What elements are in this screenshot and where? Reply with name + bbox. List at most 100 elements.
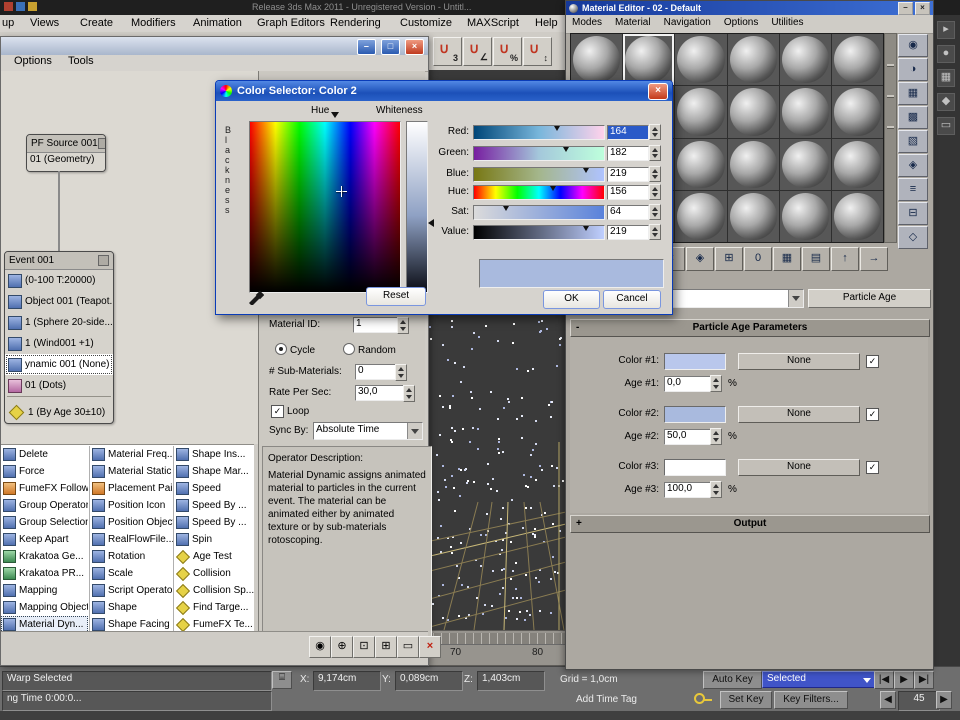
operator-row[interactable]: Object 001 (Teapot... <box>5 291 113 312</box>
spinner[interactable] <box>710 428 722 445</box>
chevron-down-icon[interactable] <box>788 290 803 307</box>
make-preview-icon[interactable]: ◈ <box>898 154 928 177</box>
spinner[interactable] <box>649 184 661 200</box>
depot-item[interactable]: Position Icon <box>90 497 173 514</box>
sphere-icon[interactable]: ● <box>937 45 955 63</box>
material-sample-slot[interactable] <box>831 190 883 242</box>
sync-by-dropdown[interactable]: Absolute Time <box>313 422 423 440</box>
depot-item[interactable]: Shape Ins... <box>174 446 255 463</box>
menu-rendering[interactable]: Rendering <box>330 17 381 29</box>
event-node[interactable]: Event 001 (0-100 T:20000) Object 001 (Te… <box>4 251 114 424</box>
bar-icon[interactable]: ▭ <box>937 117 955 135</box>
particle-view-titlebar[interactable]: – □ × <box>1 37 428 55</box>
material-sample-slot[interactable] <box>675 86 727 138</box>
spinner[interactable] <box>649 224 661 240</box>
slider-marker-icon[interactable] <box>503 206 509 211</box>
menu-maxscript[interactable]: MAXScript <box>467 17 519 29</box>
color1-map-button[interactable]: None <box>738 353 860 370</box>
set-key-icon[interactable] <box>694 693 712 709</box>
spinner[interactable] <box>649 145 661 161</box>
material-sample-slot[interactable] <box>727 190 779 242</box>
depot-item[interactable]: RealFlowFile... <box>90 531 173 548</box>
menu-group[interactable]: up <box>2 17 14 29</box>
material-sample-slot[interactable] <box>727 34 779 86</box>
menu-utilities[interactable]: Utilities <box>771 17 803 33</box>
slider-marker-icon[interactable] <box>583 226 589 231</box>
color3-map-button[interactable]: None <box>738 459 860 476</box>
menu-animation[interactable]: Animation <box>193 17 242 29</box>
grid-icon[interactable]: ▦ <box>937 69 955 87</box>
material-sample-slot[interactable] <box>779 34 831 86</box>
cycle-radio[interactable]: Cycle <box>275 343 315 356</box>
selection-set-dropdown[interactable]: Selected <box>762 671 876 688</box>
menu-modes[interactable]: Modes <box>572 17 602 33</box>
depot-item[interactable]: Speed By ... <box>174 497 255 514</box>
spinner[interactable] <box>649 124 661 140</box>
operator-row[interactable]: 1 (Sphere 20-side... <box>5 312 113 333</box>
previous-frame-icon[interactable]: ◀ <box>880 691 896 709</box>
depot-item[interactable]: Krakatoa Ge... <box>1 548 88 565</box>
menu-options[interactable]: Options <box>14 55 52 67</box>
show-map-in-viewport-icon[interactable]: ▦ <box>773 247 801 271</box>
spinner[interactable] <box>649 204 661 220</box>
operator-row-selected[interactable]: ynamic 001 (None) <box>5 354 113 375</box>
color-crosshair-icon[interactable] <box>336 186 347 197</box>
spinner[interactable] <box>710 481 722 498</box>
depot-item[interactable]: Position Object <box>90 514 173 531</box>
spinner[interactable] <box>395 364 407 381</box>
menu-customize[interactable]: Customize <box>400 17 452 29</box>
slider-marker-icon[interactable] <box>583 168 589 173</box>
depot-item[interactable]: Spin <box>174 531 255 548</box>
depot-item[interactable]: Placement Paint <box>90 480 173 497</box>
sample-type-icon[interactable]: ◉ <box>898 34 928 57</box>
current-frame-field[interactable]: 45 <box>898 691 940 711</box>
red-value-field[interactable]: 164 <box>607 125 649 140</box>
pf-source-node[interactable]: PF Source 001 01 (Geometry) <box>26 134 106 172</box>
depot-item[interactable]: Mapping Object <box>1 599 88 616</box>
menu-views[interactable]: Views <box>30 17 59 29</box>
value-value-field[interactable]: 219 <box>607 225 649 240</box>
backlight-icon[interactable]: ◑ <box>898 58 928 81</box>
menu-tools[interactable]: Tools <box>68 55 94 67</box>
value-slider[interactable] <box>473 225 605 240</box>
rollout-output[interactable]: + Output <box>570 515 930 533</box>
hue-blackness-gradient[interactable] <box>249 121 401 293</box>
color1-swatch[interactable] <box>664 353 726 370</box>
color2-map-button[interactable]: None <box>738 406 860 423</box>
depot-item[interactable]: Script Operator <box>90 582 173 599</box>
depot-item[interactable]: Age Test <box>174 548 255 565</box>
menu-graph-editors[interactable]: Graph Editors <box>257 17 325 29</box>
arrow-icon[interactable]: ▸ <box>937 21 955 39</box>
zoom-extents-icon[interactable]: ⊞ <box>375 636 397 658</box>
video-color-check-icon[interactable]: ▧ <box>898 130 928 153</box>
put-to-library-icon[interactable]: ⊞ <box>715 247 743 271</box>
depot-item[interactable]: Krakatoa PR... <box>1 565 88 582</box>
material-sample-slot[interactable] <box>623 34 675 86</box>
spinner[interactable] <box>710 375 722 392</box>
key-filters-button[interactable]: Key Filters... <box>774 691 848 709</box>
map-type-button[interactable]: Particle Age <box>808 289 931 308</box>
material-editor-titlebar[interactable]: Material Editor - 02 - Default – × <box>566 1 933 15</box>
color3-checkbox[interactable]: ✓ <box>866 461 879 474</box>
operator-row[interactable]: 01 (Geometry) <box>27 153 105 171</box>
depot-item[interactable]: Force <box>1 463 88 480</box>
age3-field[interactable]: 100,0 <box>664 482 712 498</box>
depot-item[interactable]: FumeFX Follow <box>1 480 88 497</box>
auto-key-button[interactable]: Auto Key <box>703 671 762 689</box>
depot-item[interactable]: Mapping <box>1 582 88 599</box>
options-icon[interactable]: ≡ <box>898 178 928 201</box>
depot-item[interactable]: Delete <box>1 446 88 463</box>
slider-marker-icon[interactable] <box>554 126 560 131</box>
color2-checkbox[interactable]: ✓ <box>866 408 879 421</box>
material-sample-slot[interactable] <box>675 190 727 242</box>
rollout-particle-age[interactable]: - Particle Age Parameters <box>570 319 930 337</box>
whiteness-strip[interactable] <box>406 121 428 293</box>
material-id-field[interactable]: 1 <box>353 317 399 333</box>
age2-field[interactable]: 50,0 <box>664 429 712 445</box>
sat-slider[interactable] <box>473 205 605 220</box>
close-icon[interactable]: × <box>405 39 424 55</box>
next-frame-icon[interactable]: ▶ <box>936 691 952 709</box>
quick-access-icon[interactable] <box>28 2 37 11</box>
depot-item[interactable]: Shape Mar... <box>174 463 255 480</box>
x-coordinate-field[interactable]: 9,174cm <box>313 671 381 691</box>
